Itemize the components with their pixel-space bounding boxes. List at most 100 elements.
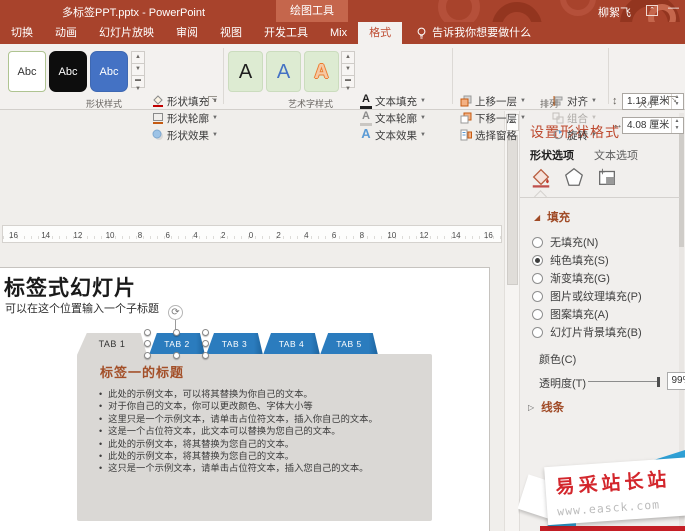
send-backward-button[interactable]: 下移一层▼ <box>460 110 526 126</box>
send-backward-icon <box>460 112 472 124</box>
align-button[interactable]: 对齐▼ <box>552 93 597 109</box>
bullet-glyph: • <box>99 438 102 450</box>
dropdown-arrow-icon: ▼ <box>420 115 426 121</box>
slide-tab-1[interactable]: TAB 1 <box>77 333 147 355</box>
fill-option-solid[interactable]: 纯色填充(S) <box>532 252 609 268</box>
bullet-glyph: • <box>99 462 102 474</box>
tell-me-box[interactable]: 告诉我你想要做什么 <box>416 22 531 44</box>
selection-pane-button[interactable]: 选择窗格 <box>460 127 517 143</box>
gallery-more-icon[interactable]: ▬▼ <box>131 75 145 88</box>
pane-divider <box>520 197 680 198</box>
powerpoint-window: 多标签PPT.pptx - PowerPoint 绘图工具 柳絮飞 ⌃ — 切换… <box>0 0 685 531</box>
transparency-label: 透明度(T) <box>539 375 586 391</box>
document-title: 多标签PPT.pptx - PowerPoint <box>62 4 205 20</box>
tab-format[interactable]: 格式 <box>358 22 402 44</box>
fill-line-icon[interactable] <box>530 165 552 189</box>
watermark-site-name: 易采站长站 <box>555 463 685 500</box>
shape-effects-button[interactable]: 形状效果▼ <box>152 127 218 143</box>
group-button[interactable]: 组合▼ <box>552 110 597 126</box>
wordart-preset-1[interactable]: A <box>228 51 263 92</box>
fill-option-slide-background[interactable]: 幻灯片背景填充(B) <box>532 324 642 340</box>
slide-tab-3[interactable]: TAB 3 <box>206 333 263 355</box>
transparency-value-box[interactable]: 99% <box>667 372 685 390</box>
rotation-handle-icon[interactable]: ⟳ <box>168 305 183 320</box>
selection-handle[interactable] <box>202 340 209 347</box>
text-effects-button[interactable]: A 文本效果▼ <box>360 127 426 143</box>
vertical-scrollbar[interactable]: ▲ <box>504 111 519 531</box>
gallery-more-icon[interactable]: ▬▼ <box>341 75 355 88</box>
scrollbar-thumb[interactable] <box>507 135 518 285</box>
tab-review[interactable]: 审阅 <box>165 22 209 44</box>
tab-slideshow[interactable]: 幻灯片放映 <box>88 22 165 44</box>
minimize-button[interactable]: — <box>668 2 679 14</box>
radio-icon[interactable] <box>532 237 543 248</box>
shape-style-preset-1[interactable]: Abc <box>8 51 46 92</box>
fill-option-picture-texture[interactable]: 图片或纹理填充(P) <box>532 288 642 304</box>
slide-title[interactable]: 标签式幻灯片 <box>4 272 136 302</box>
radio-icon[interactable] <box>532 327 543 338</box>
tab-developer[interactable]: 开发工具 <box>253 22 319 44</box>
pane-scrollbar-thumb[interactable] <box>679 117 684 247</box>
selection-handle[interactable] <box>144 329 151 336</box>
selection-handle[interactable] <box>144 352 151 359</box>
radio-checked-icon[interactable] <box>532 255 543 266</box>
fill-section-header[interactable]: ◢ 填充 <box>534 209 570 225</box>
text-fill-button[interactable]: A 文本填充▼ <box>360 93 426 109</box>
radio-icon[interactable] <box>532 291 543 302</box>
bullet-item: •这里只是一个示例文本，请单击占位符文本，插入你自己的文本。 <box>99 413 422 425</box>
lightbulb-icon <box>416 27 427 40</box>
horizontal-ruler[interactable]: 1614121086420246810121416 <box>2 225 502 243</box>
tab-mix[interactable]: Mix <box>319 22 358 44</box>
shape-style-preset-2[interactable]: Abc <box>49 51 87 92</box>
shape-styles-dialog-launcher-icon[interactable]: ↘ <box>208 96 217 105</box>
titlebar-decoration <box>438 0 480 22</box>
arrange-group-label: 排列 <box>540 97 558 110</box>
tab-view[interactable]: 视图 <box>209 22 253 44</box>
pane-tab-shape-options[interactable]: 形状选项 <box>530 147 574 163</box>
dropdown-arrow-icon: ▼ <box>520 115 526 121</box>
selection-handle[interactable] <box>202 329 209 336</box>
selection-handle[interactable] <box>173 352 180 359</box>
text-outline-button[interactable]: A 文本轮廓▼ <box>360 110 426 126</box>
tab-content-panel[interactable]: 标签一的标题 •此处的示例文本，可以将其替换为你自己的文本。 •对于你自己的文本… <box>77 354 432 521</box>
fill-option-gradient[interactable]: 渐变填充(G) <box>532 270 610 286</box>
line-section-header[interactable]: ▷ 线条 <box>528 399 564 415</box>
radio-icon[interactable] <box>532 309 543 320</box>
wordart-preset-2[interactable]: A <box>266 51 301 92</box>
pane-tab-text-options[interactable]: 文本选项 <box>594 147 638 163</box>
slide-canvas[interactable]: 标签式幻灯片 可以在这个位置输入一个子标题 ⟳ TAB 1 TAB 2 TAB … <box>0 267 490 531</box>
bullet-item: •这只是一个示例文本，请单击占位符文本，插入您自己的文本。 <box>99 462 422 474</box>
bullet-glyph: • <box>99 425 102 437</box>
tab-transitions[interactable]: 切换 <box>0 22 44 44</box>
size-properties-icon[interactable] <box>596 165 618 189</box>
fill-option-no-fill[interactable]: 无填充(N) <box>532 234 598 250</box>
shape-width-input[interactable]: 4.08 厘米 ▲▼ <box>622 117 684 134</box>
titlebar-decoration <box>492 2 542 22</box>
bring-forward-icon <box>460 95 472 107</box>
spinner-arrows-icon[interactable]: ▲▼ <box>671 118 682 133</box>
slide-tab-4[interactable]: TAB 4 <box>263 333 320 355</box>
shape-outline-button[interactable]: 形状轮廓▼ <box>152 110 218 126</box>
size-dialog-launcher-icon[interactable]: ↘ <box>668 96 677 105</box>
transparency-slider-handle[interactable] <box>657 377 660 387</box>
bullet-glyph: • <box>99 450 102 462</box>
bring-forward-button[interactable]: 上移一层▼ <box>460 93 526 109</box>
wordart-preset-3[interactable]: A <box>304 51 339 92</box>
tab-content-title[interactable]: 标签一的标题 <box>100 362 184 381</box>
user-name[interactable]: 柳絮飞 <box>598 4 631 20</box>
selection-handle[interactable] <box>202 352 209 359</box>
ribbon-display-options-icon[interactable]: ⌃ <box>646 5 658 16</box>
transparency-slider[interactable] <box>588 381 660 382</box>
selection-handle[interactable] <box>173 329 180 336</box>
tab-animations[interactable]: 动画 <box>44 22 88 44</box>
effects-pentagon-icon[interactable] <box>563 165 585 189</box>
selection-handle[interactable] <box>144 340 151 347</box>
radio-icon[interactable] <box>532 273 543 284</box>
slide-tab-5[interactable]: TAB 5 <box>320 333 378 355</box>
slide-subtitle[interactable]: 可以在这个位置输入一个子标题 <box>5 300 159 316</box>
fill-option-pattern[interactable]: 图案填充(A) <box>532 306 609 322</box>
shape-style-preset-3[interactable]: Abc <box>90 51 128 92</box>
rotate-button[interactable]: 旋转▼ <box>552 127 597 143</box>
outline-pencil-icon <box>152 112 164 124</box>
drawing-tools-context-tab[interactable]: 绘图工具 <box>276 0 348 22</box>
